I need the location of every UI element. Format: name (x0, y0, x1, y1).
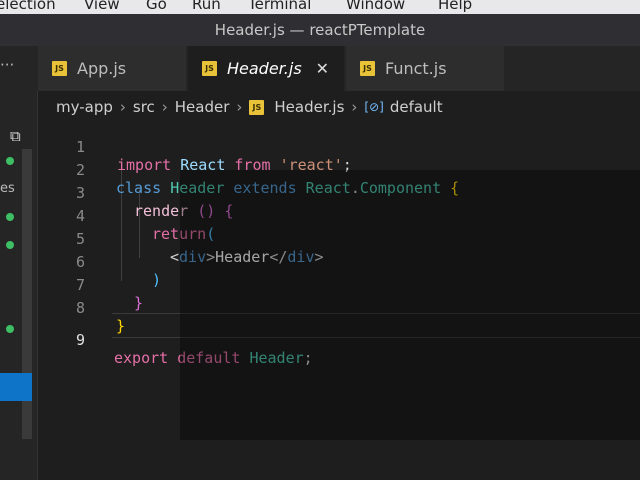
javascript-file-icon: JS (249, 99, 265, 115)
selected-file-item[interactable] (0, 373, 32, 401)
window-title: Header.js — reactPTemplate (214, 21, 426, 39)
code-line-5[interactable]: 5 <div>Header</div> (37, 212, 640, 266)
breadcrumb-item-my-app[interactable]: my-app (56, 98, 113, 116)
menu-run[interactable]: Run (192, 0, 221, 13)
git-status-dot (6, 213, 14, 221)
identifier-header: Header (249, 349, 304, 367)
code-line-3[interactable]: 3 render () { (37, 166, 640, 220)
menu-help[interactable]: Help (438, 0, 472, 13)
explorer-sidebar: ⧉ es (0, 91, 38, 480)
code-line-6[interactable]: 6 ) (37, 235, 640, 289)
more-actions-icon[interactable]: ··· (0, 56, 22, 74)
code-line-4[interactable]: 4 return( (37, 189, 640, 243)
tab-label: App.js (77, 59, 127, 78)
javascript-file-icon: JS (52, 61, 67, 76)
breadcrumb-item-header[interactable]: Header (175, 98, 230, 116)
breadcrumb-item-header-js[interactable]: Header.js (274, 98, 344, 116)
semicolon: ; (303, 349, 313, 367)
tab-label: Funct.js (385, 59, 447, 78)
symbol-variable-icon: [⊘] (364, 100, 384, 114)
tab-label: Header.js (227, 59, 302, 78)
menu-bar: election View Go Run Terminal Window Hel… (0, 0, 640, 14)
code-editor[interactable]: 1 import React from 'react'; 2 class Hea… (37, 120, 640, 480)
breadcrumb-separator: › (351, 98, 358, 116)
tab-funct-js[interactable]: JS Funct.js (346, 46, 504, 91)
git-status-dot (6, 241, 14, 249)
breadcrumb: my-app › src › Header › JS Header.js › [… (56, 96, 443, 118)
menu-terminal[interactable]: Terminal (248, 0, 311, 13)
breadcrumb-separator: › (236, 98, 243, 116)
javascript-file-icon: JS (202, 61, 217, 76)
breadcrumb-item-src[interactable]: src (133, 98, 155, 116)
git-status-dot (6, 157, 14, 165)
code-line-1[interactable]: 1 import React from 'react'; (37, 120, 640, 174)
menu-window[interactable]: Window (346, 0, 405, 13)
javascript-file-icon: JS (360, 61, 375, 76)
breadcrumb-separator: › (119, 98, 126, 116)
keyword-default: default (177, 349, 241, 367)
menu-view[interactable]: View (84, 0, 120, 13)
tab-header-js[interactable]: JS Header.js ✕ (188, 46, 344, 91)
code-line-7[interactable]: 7 } (37, 258, 640, 312)
sidebar-label: es (0, 181, 15, 196)
code-line-9[interactable]: 9 export default Header; (37, 313, 640, 367)
copy-icon[interactable]: ⧉ (10, 127, 21, 145)
keyword-export: export (114, 349, 169, 367)
window-title-bar: Header.js — reactPTemplate (0, 14, 640, 46)
tab-app-js[interactable]: JS App.js (38, 46, 186, 91)
menu-go[interactable]: Go (146, 0, 167, 13)
code-line-2[interactable]: 2 class Header extends React.Component { (37, 143, 640, 197)
line-number: 9 (75, 331, 85, 349)
breadcrumb-item-default[interactable]: default (390, 98, 443, 116)
close-tab-icon[interactable]: ✕ (316, 59, 329, 78)
code-line-8[interactable]: 8 } (37, 281, 640, 335)
breadcrumb-separator: › (161, 98, 168, 116)
menu-selection[interactable]: election (0, 0, 56, 13)
editor-tab-bar: ··· JS App.js JS Header.js ✕ JS Funct.js (0, 46, 640, 91)
git-status-dot (6, 325, 14, 333)
